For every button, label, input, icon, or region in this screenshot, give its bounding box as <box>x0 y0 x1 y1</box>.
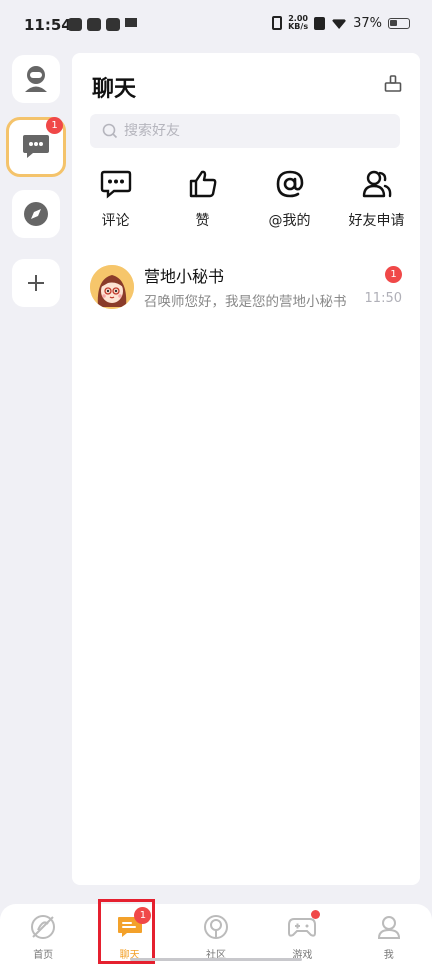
quick-action-label: @我的 <box>268 213 311 229</box>
conversation-time: 11:50 <box>364 291 402 306</box>
rail-chat-button[interactable]: 1 <box>6 117 66 177</box>
community-icon <box>203 915 228 939</box>
quick-actions: 评论 赞 @我的 好友申请 <box>72 168 420 230</box>
comment-icon <box>100 170 131 199</box>
rail-profile-button[interactable] <box>12 55 60 103</box>
search-bar[interactable] <box>90 114 400 148</box>
active-tab-highlight <box>98 899 155 964</box>
chat-panel: 聊天 评论 <box>72 53 420 885</box>
quick-action-comments[interactable]: 评论 <box>72 168 159 230</box>
battery-percent: 37% <box>353 15 382 31</box>
nav-games[interactable]: 游戏 <box>259 904 345 964</box>
search-input[interactable] <box>124 123 384 139</box>
battery-icon <box>388 17 410 29</box>
sim-icon <box>314 16 326 30</box>
wifi-icon <box>331 19 348 29</box>
clear-unread-icon[interactable] <box>384 75 402 93</box>
app-notification-icon <box>68 18 82 31</box>
status-time: 11:54 <box>24 16 72 34</box>
quick-action-label: 赞 <box>195 213 210 229</box>
chat-bubble-icon <box>23 135 49 158</box>
page-title: 聊天 <box>92 77 137 102</box>
quick-action-mentions[interactable]: @我的 <box>246 168 333 230</box>
nav-me[interactable]: 我 <box>346 904 432 964</box>
home-icon <box>31 915 56 939</box>
user-avatar-icon <box>25 66 47 92</box>
chat-unread-badge: 1 <box>46 117 63 134</box>
rail-add-button[interactable] <box>12 259 60 307</box>
at-icon <box>276 170 303 198</box>
status-bar: 11:54 2.00 KB/s 37% <box>0 0 432 50</box>
secretary-avatar-icon <box>90 265 134 309</box>
quick-action-likes[interactable]: 赞 <box>159 168 246 230</box>
search-icon <box>102 123 118 139</box>
profile-icon <box>377 916 400 939</box>
conversation-name: 营地小秘书 <box>144 267 225 286</box>
quick-action-label: 评论 <box>101 213 130 229</box>
crown-notification-icon <box>125 18 137 27</box>
nav-community[interactable]: 社区 <box>173 904 259 964</box>
network-speed: 2.00 KB/s <box>288 14 309 31</box>
home-indicator[interactable] <box>130 958 302 961</box>
system-icons: 2.00 KB/s 37% <box>272 15 410 31</box>
conversation-item[interactable]: 营地小秘书 召唤师您好，我是您的营地小秘书 1 11:50 <box>90 263 402 311</box>
app-notification-icon <box>106 18 120 31</box>
compass-icon <box>24 202 48 226</box>
nav-home[interactable]: 首页 <box>0 904 86 964</box>
friend-request-icon <box>362 170 391 198</box>
conversation-preview: 召唤师您好，我是您的营地小秘书 <box>144 294 347 310</box>
vibrate-icon <box>272 16 283 30</box>
rail-discover-button[interactable] <box>12 190 60 238</box>
nav-label: 首页 <box>33 950 54 961</box>
bottom-nav: 首页 1 聊天 社区 游戏 我 <box>0 904 432 964</box>
thumbs-up-icon <box>189 170 216 198</box>
nav-label: 我 <box>383 950 394 961</box>
quick-action-friend-requests[interactable]: 好友申请 <box>333 168 420 230</box>
quick-action-label: 好友申请 <box>348 213 405 229</box>
app-notification-icon <box>87 18 101 31</box>
plus-icon <box>28 275 44 291</box>
nav-games-dot <box>311 910 321 919</box>
notification-icons <box>68 18 137 31</box>
unread-badge: 1 <box>385 266 402 283</box>
avatar <box>90 265 134 309</box>
